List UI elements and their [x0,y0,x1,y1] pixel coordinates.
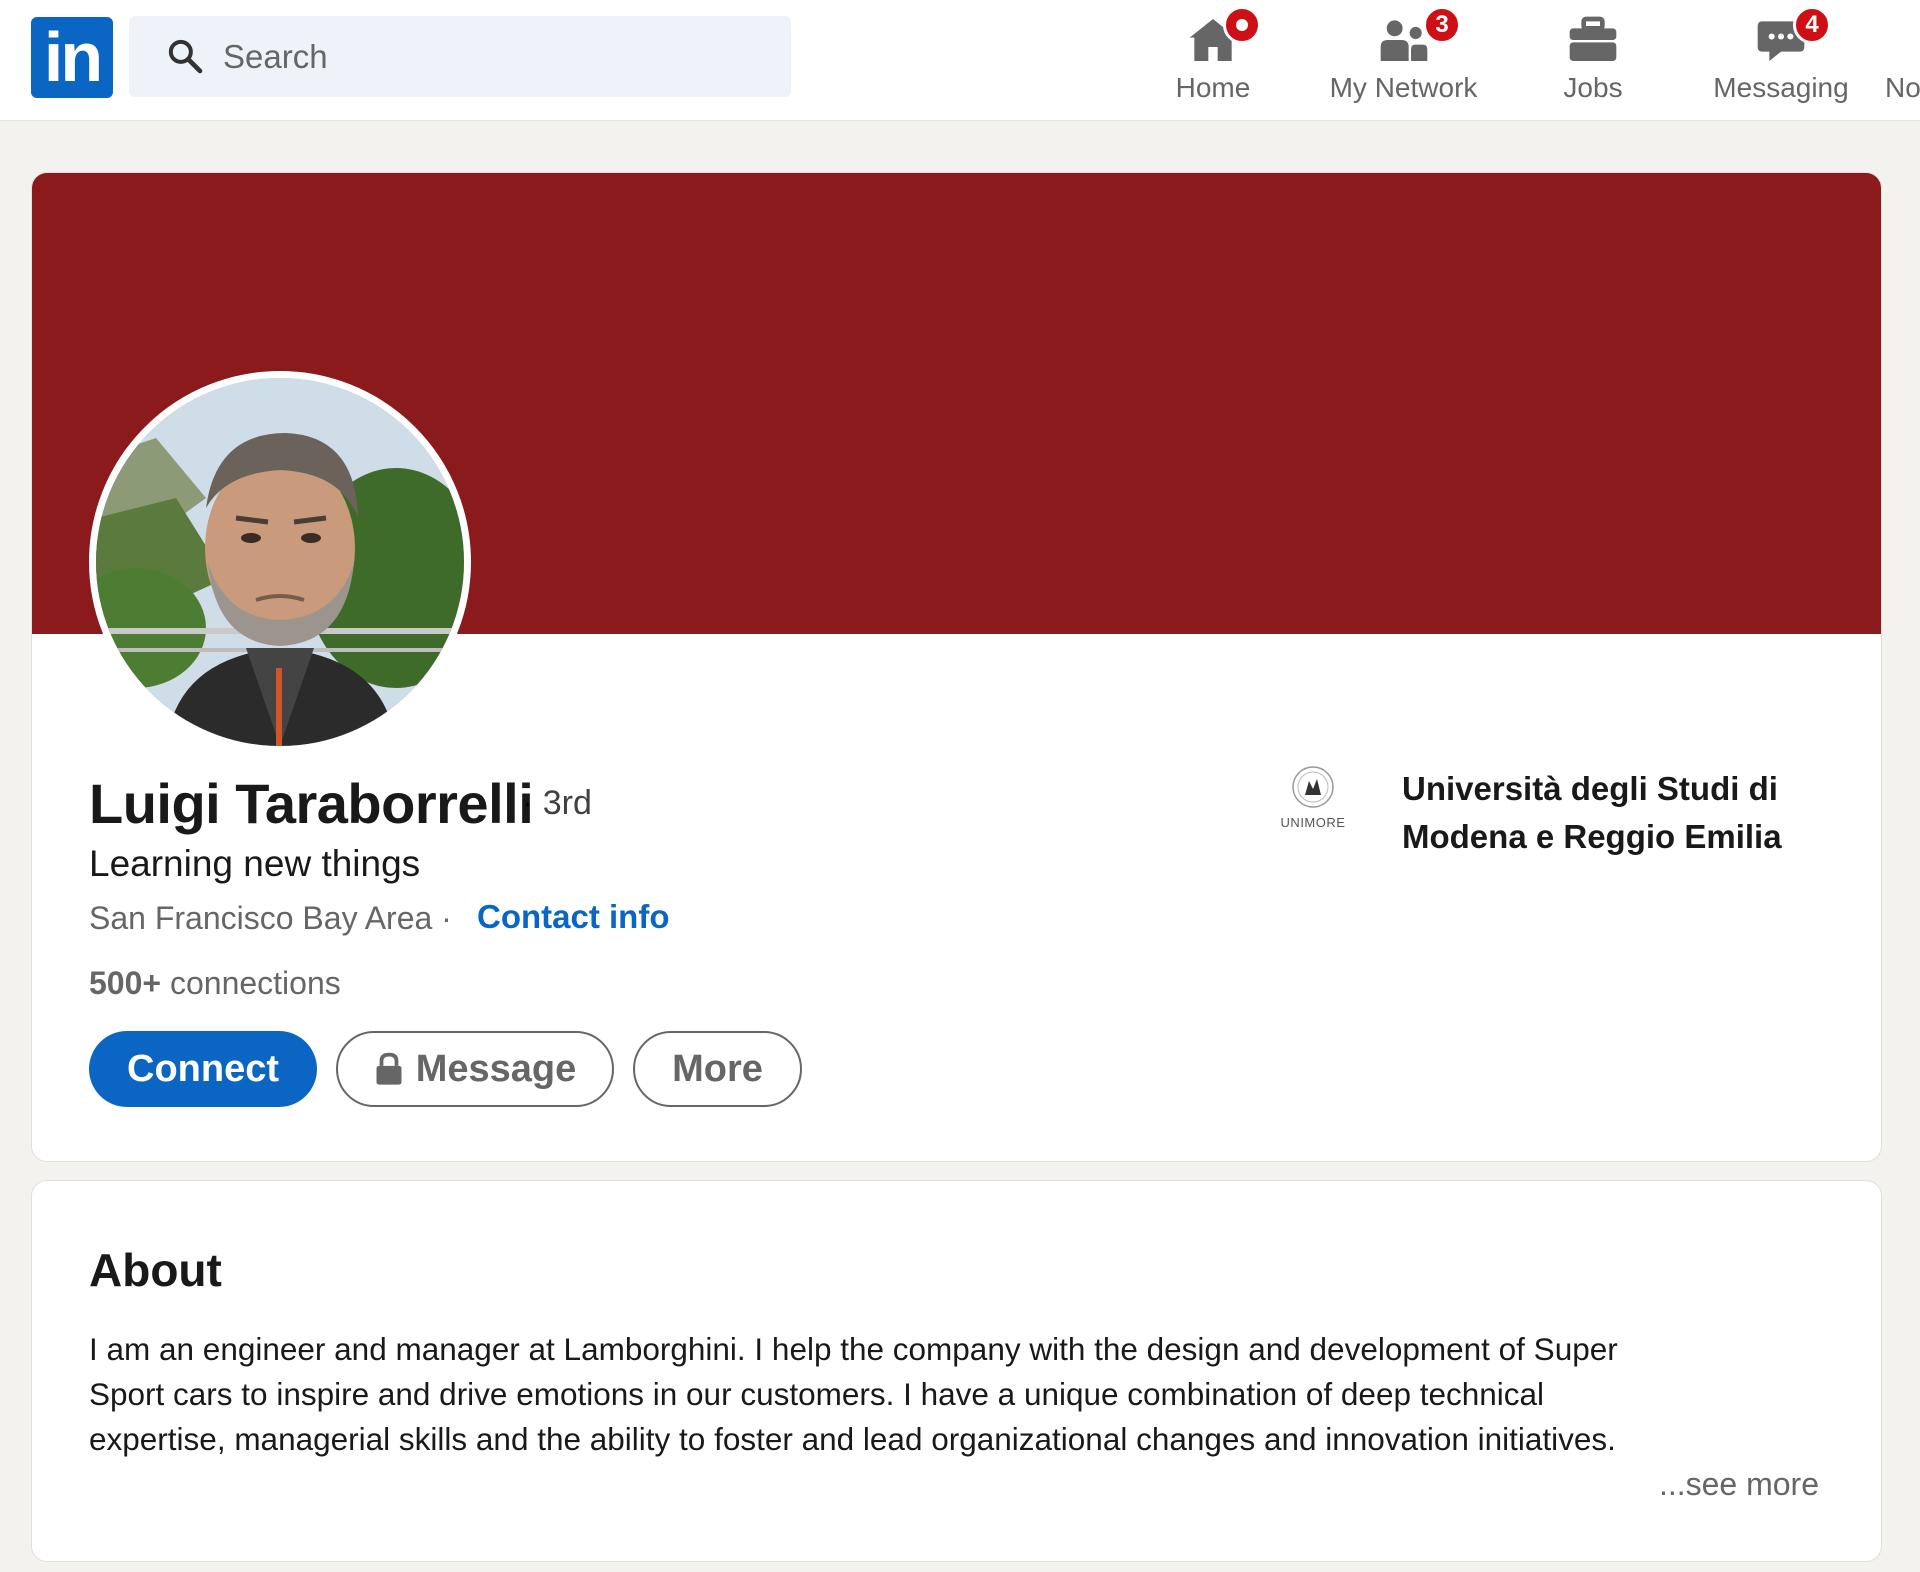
search-input[interactable] [223,16,763,97]
more-button-label: More [672,1047,763,1090]
linkedin-logo[interactable]: in [31,17,113,98]
nav-jobs[interactable]: Jobs [1548,6,1638,116]
university-name: Università degli Studi di Modena e Reggi… [1402,770,1782,855]
nav-notifications[interactable]: No [1885,6,1920,116]
messaging-badge: 4 [1793,6,1831,44]
about-line: expertise, managerial skills and the abi… [89,1421,1616,1457]
profile-avatar[interactable] [89,371,471,753]
connection-degree: · 3rd [522,784,592,822]
connections-count: 500+ connections [89,965,341,1002]
my-network-badge: 3 [1423,6,1461,44]
nav-notifications-label: No [1885,72,1920,103]
nav-my-network[interactable]: 3 My Network [1316,6,1491,116]
avatar-photo [96,378,464,746]
nav-home-label: Home [1175,72,1251,103]
home-notification-dot [1223,6,1261,44]
search-box[interactable] [129,16,791,97]
about-line: I am an engineer and manager at Lamborgh… [89,1331,1618,1367]
message-button[interactable]: Message [336,1031,614,1107]
lock-icon [376,1052,402,1085]
contact-info-link[interactable]: Contact info [477,898,669,936]
briefcase-icon [1569,16,1617,61]
profile-name: Luigi Taraborrelli [89,772,534,835]
more-button[interactable]: More [633,1031,802,1107]
nav-my-network-label: My Network [1329,72,1478,103]
see-more-link[interactable]: ...see more [1659,1466,1819,1503]
connections-number: 500+ [89,965,162,1001]
university-logo: UNIMORE [1275,765,1351,851]
profile-headline: Learning new things [89,843,421,884]
profile-card: Luigi Taraborrelli · 3rd Learning new th… [31,172,1882,1162]
search-icon [168,39,203,74]
university-logo-text: UNIMORE [1280,815,1346,830]
profile-location: San Francisco Bay Area · [89,900,452,936]
nav-messaging-label: Messaging [1713,72,1849,103]
about-title: About [89,1244,222,1296]
education-entry[interactable]: UNIMORE Università degli Studi di Modena… [1275,765,1835,875]
nav-home[interactable]: Home [1160,6,1266,116]
message-button-label: Message [415,1047,577,1090]
university-seal-icon [1292,766,1334,808]
connect-button[interactable]: Connect [89,1031,317,1107]
connections-label: connections [169,965,341,1001]
connect-button-label: Connect [127,1047,279,1090]
about-text: I am an engineer and manager at Lamborgh… [89,1327,1849,1462]
about-line: Sport cars to inspire and drive emotions… [89,1376,1545,1412]
top-navigation: in Home 3 My Network Jobs [0,0,1920,121]
nav-messaging[interactable]: 4 Messaging [1708,6,1854,116]
about-card: About I am an engineer and manager at La… [31,1180,1882,1562]
nav-jobs-label: Jobs [1563,72,1623,103]
